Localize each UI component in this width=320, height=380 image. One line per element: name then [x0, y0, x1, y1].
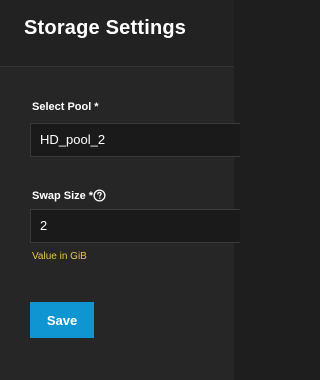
page-header: Storage Settings [0, 0, 234, 67]
save-button[interactable]: Save [30, 302, 94, 338]
required-marker: * [94, 101, 99, 113]
page-title: Storage Settings [24, 17, 187, 39]
select-pool-label-text: Select Pool [32, 101, 92, 113]
swap-size-label-text: Swap Size [32, 190, 86, 202]
select-pool-label: Select Pool * [32, 101, 99, 113]
help-circle-icon[interactable] [93, 189, 106, 202]
swap-size-label: Swap Size * [32, 190, 93, 202]
swap-size-hint: Value in GiB [32, 251, 87, 262]
swap-size-input[interactable]: 2 [30, 209, 240, 243]
storage-settings-page: Storage Settings Select Pool * HD_pool_2 … [0, 0, 240, 380]
select-pool-field[interactable]: HD_pool_2 [30, 123, 240, 157]
